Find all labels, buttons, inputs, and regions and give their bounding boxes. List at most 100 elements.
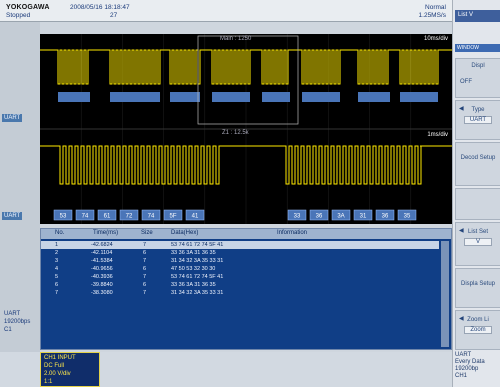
decode-list-table: No. Time(ms) Size Data(Hex) Information … [40,228,452,350]
cell-size: 6 [143,266,147,272]
footer-line-1: UART [455,352,472,358]
time-div-main: 10ms/div [423,36,448,42]
decoded-byte-text: 36 [382,214,389,220]
cell-size: 7 [143,242,147,248]
display-value: OFF [460,79,472,85]
packet-box [110,92,160,102]
list-setup-value: V [464,238,492,246]
decoded-byte-box: 31 [353,209,373,221]
packet-box [400,92,438,102]
cell-size: 6 [143,250,147,256]
display-label: Displ [471,63,485,69]
packet-box [212,92,250,102]
trace-label-uart-1: UART [2,114,23,122]
decoded-byte-text: 61 [104,214,111,220]
decoded-byte-box: 74 [75,209,95,221]
table-row[interactable]: 1 -42.6824 7 53 74 61 72 74 5F 41 [41,241,439,249]
table-row[interactable]: 7 -38.3080 7 31 34 32 3A 35 33 31 [41,289,439,297]
decoded-byte-box: 41 [185,209,205,221]
decoded-byte-text: 36 [316,214,323,220]
zoom-marker-label: Z1 : 12.5k [222,130,249,136]
decoded-byte-box: 72 [119,209,139,221]
cell-no: 5 [55,274,59,280]
cell-size: 7 [143,274,147,280]
footer-line-2: Every Data [455,359,485,365]
table-row[interactable]: 6 -39.8840 6 33 36 3A 31 36 35 [41,281,439,289]
left-arrow-icon: ◀ [459,106,464,112]
decoded-byte-box: 53 [53,209,73,221]
cell-data: 31 34 32 3A 35 33 31 [171,290,224,296]
decoded-byte-text: 3A [337,214,344,220]
bottom-status-bar: CH1 INPUT DC Full 2.00 V/div 1:1 [0,352,452,387]
display-setup-button[interactable]: Displa Setup [455,268,500,308]
decode-setup-label: Decod Setup [460,155,496,161]
trigger-mode: Normal [425,4,446,11]
cell-time: -39.8840 [91,282,113,288]
cell-no: 4 [55,266,59,272]
decoded-byte-box: 3A [331,209,351,221]
decode-setup-button[interactable]: Decod Setup [455,142,500,186]
cell-no: 7 [55,290,59,296]
channel-probe: 1:1 [44,379,53,385]
cell-size: 6 [143,282,147,288]
packet-box [358,92,390,102]
cell-size: 7 [143,258,147,264]
decoded-byte-text: 72 [126,214,133,220]
col-time: Time(ms) [93,230,119,236]
table-scrollbar[interactable] [441,241,449,347]
brand-logo: YOKOGAWA [6,4,50,11]
decoded-byte-box: 35 [397,209,417,221]
zoom-link-value: Zoom [464,326,492,334]
cell-no: 3 [55,258,59,264]
cell-data: 33 36 3A 31 36 35 [171,250,216,256]
cell-no: 1 [55,242,59,248]
oscilloscope-screen: YOKOGAWA 2008/05/16 18:18:47 Stopped 2 7 … [0,0,452,387]
decoded-byte-text: 41 [192,214,199,220]
uart-tag: UART [4,311,21,317]
table-row[interactable]: 2 -42.1104 6 33 36 3A 31 36 35 [41,249,439,257]
zoom-link-button[interactable]: ◀ Zoom Li Zoom [455,310,500,350]
cell-data: 47 50 53 32 30 30 [171,266,216,272]
col-data: Data(Hex) [171,230,199,236]
waveform-canvas: 53 74 61 72 74 5F 41 33 36 3A 31 36 35 [40,34,452,224]
channel-coupling: DC Full [44,363,65,369]
side-menu: List V WINDOW Displ OFF ◀ Type UART Deco… [452,0,500,387]
packet-box [262,92,290,102]
cell-data: 31 34 32 3A 35 33 31 [171,258,224,264]
col-no: No. [55,230,65,236]
main-trace [40,49,452,85]
decoded-byte-box: 36 [309,209,329,221]
decoded-byte-text: 33 [294,214,301,220]
blank-button[interactable] [455,188,500,220]
col-size: Size [141,230,153,236]
type-value: UART [464,116,492,124]
sample-rate: 1.25MS/s [418,12,446,19]
acquisition-status: Stopped [6,12,31,19]
type-button[interactable]: ◀ Type UART [455,100,500,140]
baud-rate: 19200bps [4,319,31,325]
cell-time: -40.9656 [91,266,113,272]
decoded-byte-text: 74 [82,214,89,220]
trigger-count: 27 [110,12,118,19]
display-button[interactable]: Displ OFF [455,58,500,98]
decoded-byte-text: 53 [60,214,67,220]
channel-tag: C1 [4,327,12,333]
cell-time: -40.3936 [91,274,113,280]
cell-no: 6 [55,282,59,288]
status-header: YOKOGAWA 2008/05/16 18:18:47 Stopped 27 … [0,0,452,22]
cell-data: 53 74 61 72 74 5F 41 [171,274,224,280]
table-row[interactable]: 3 -41.5384 7 31 34 32 3A 35 33 31 [41,257,439,265]
packet-box [302,92,340,102]
col-information: Information [277,230,308,236]
waveform-display[interactable]: 53 74 61 72 74 5F 41 33 36 3A 31 36 35 Main : 1250 1… [40,34,452,224]
channel-scale: 2.00 V/div [44,371,71,377]
decoded-byte-text: 35 [404,214,411,220]
packet-box [58,92,90,102]
main-marker-label: Main : 1250 [220,36,252,42]
table-row[interactable]: 5 -40.3936 7 53 74 61 72 74 5F 41 [41,273,439,281]
channel-1-info[interactable]: CH1 INPUT DC Full 2.00 V/div 1:1 [40,352,100,387]
table-row[interactable]: 4 -40.9656 6 47 50 53 32 30 30 [41,265,439,273]
channel-title: CH1 INPUT [44,355,76,361]
decoded-byte-box: 61 [97,209,117,221]
list-setup-button[interactable]: ◀ List Set V [455,222,500,266]
